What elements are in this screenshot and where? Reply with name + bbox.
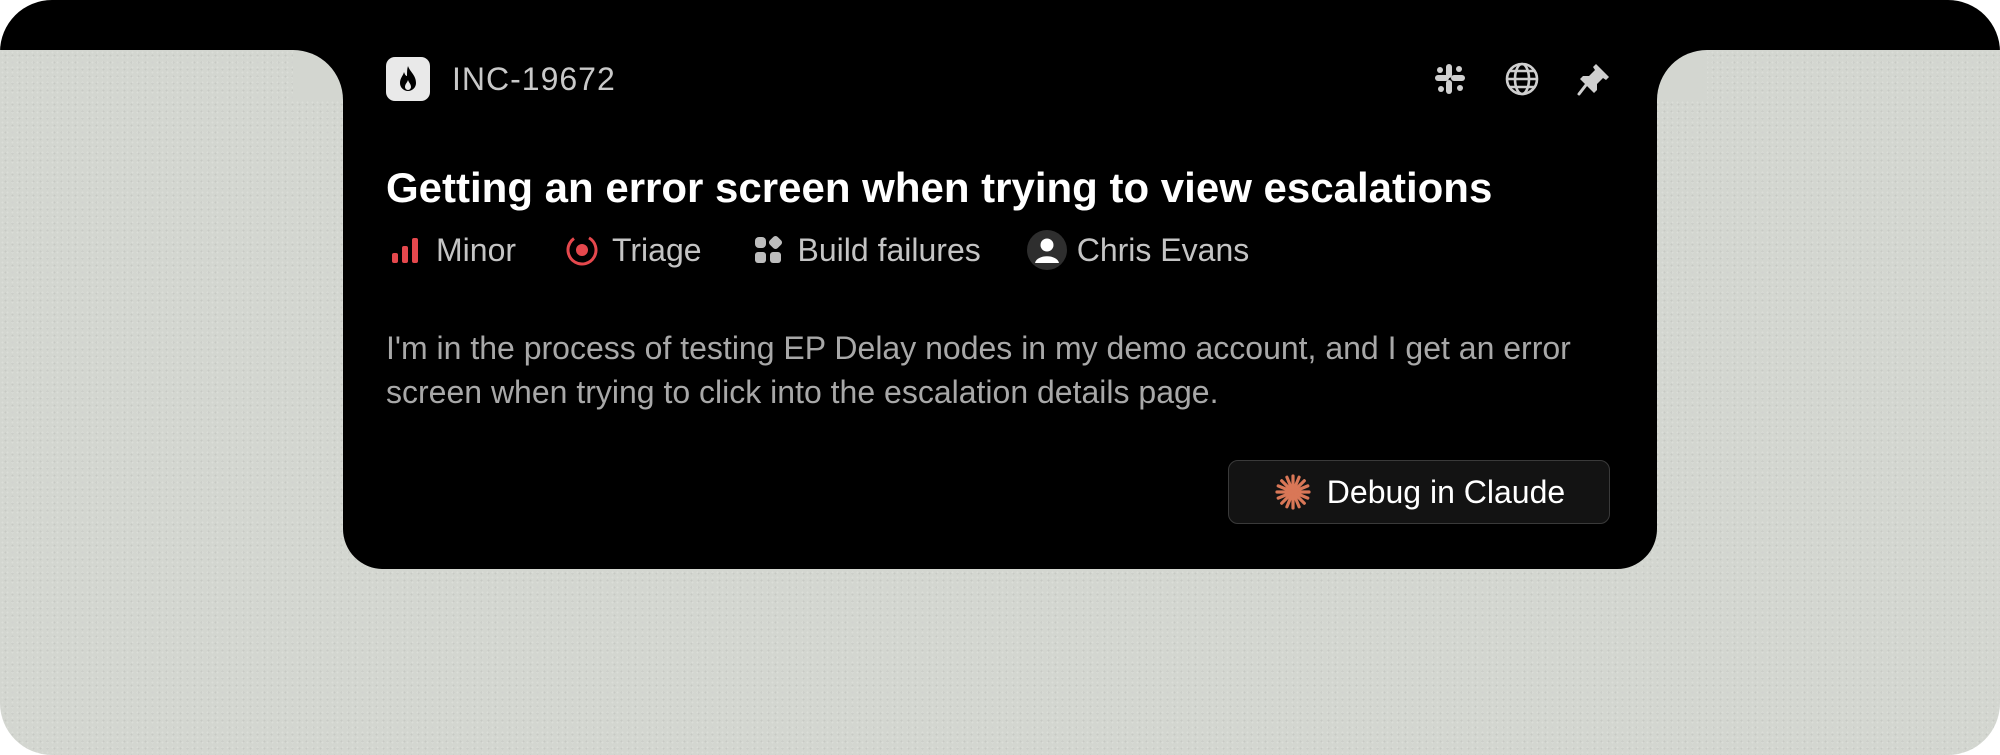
status-label: Triage: [612, 231, 702, 268]
triage-status-icon: [562, 230, 602, 270]
incident-description: I'm in the process of testing EP Delay n…: [386, 330, 1571, 410]
incident-title: Getting an error screen when trying to v…: [386, 164, 1493, 211]
category-grid-icon: [748, 230, 788, 270]
severity-label: Minor: [436, 231, 517, 268]
incident-meta: Minor Triage Build failures Chris Evans: [386, 230, 1295, 270]
debug-button-label: Debug in Claude: [1326, 473, 1566, 510]
status-field[interactable]: Triage: [562, 230, 702, 270]
incident-id: INC-19672: [452, 60, 616, 97]
card-header: INC-19672: [386, 56, 1614, 102]
screenshot-frame: INC-19672 Getting an error screen when t…: [0, 0, 2000, 755]
debug-in-claude-button[interactable]: Debug in Claude: [1228, 460, 1610, 524]
severity-field[interactable]: Minor: [386, 230, 516, 270]
card-corner-right: [1657, 50, 1707, 100]
assignee-field[interactable]: Chris Evans: [1026, 230, 1250, 270]
severity-bars-icon: [386, 230, 426, 270]
slack-icon[interactable]: [1430, 59, 1470, 99]
card-corner-left: [293, 50, 343, 100]
pin-icon[interactable]: [1574, 59, 1614, 99]
category-field[interactable]: Build failures: [748, 230, 981, 270]
incident-card: INC-19672 Getting an error screen when t…: [343, 40, 1657, 569]
fire-icon: [386, 57, 430, 101]
category-label: Build failures: [797, 231, 981, 268]
claude-starburst-icon: [1273, 472, 1313, 512]
assignee-name: Chris Evans: [1076, 231, 1250, 268]
header-actions: [1430, 59, 1614, 99]
globe-icon[interactable]: [1502, 59, 1542, 99]
avatar-icon: [1026, 230, 1067, 270]
